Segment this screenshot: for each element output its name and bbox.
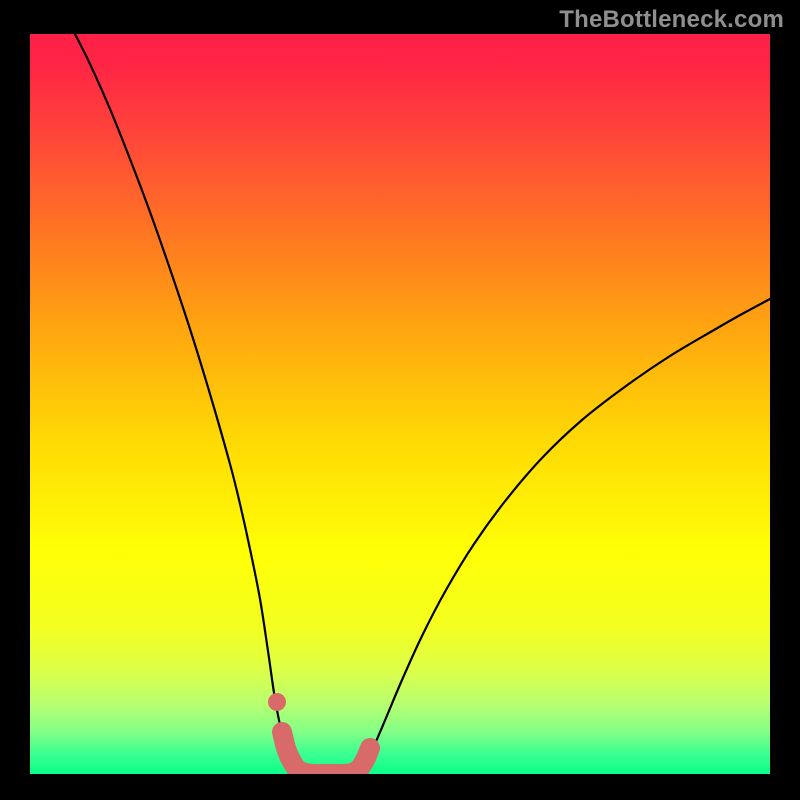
plot-svg (30, 34, 770, 774)
gradient-background (30, 34, 770, 774)
chart-canvas: TheBottleneck.com (0, 0, 800, 800)
attribution-text: TheBottleneck.com (559, 6, 784, 34)
marker-dot (268, 693, 286, 711)
plot-frame (30, 34, 770, 774)
